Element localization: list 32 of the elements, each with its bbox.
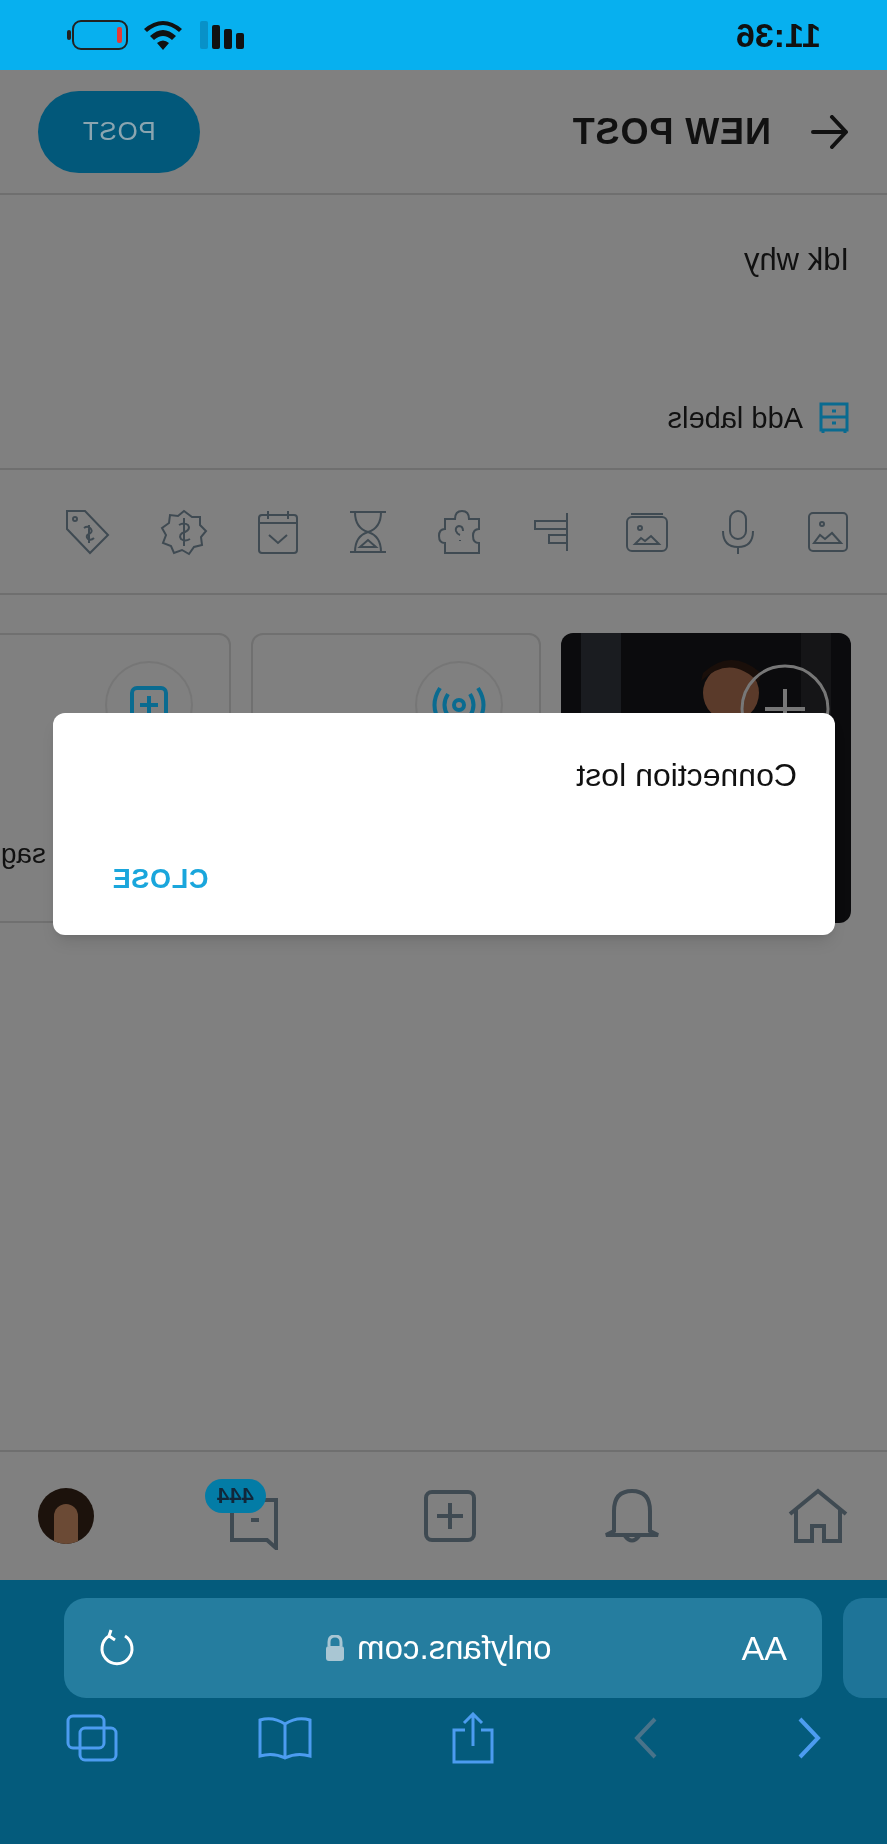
url-text: onlyfans.com (357, 1628, 552, 1669)
post-text: Idk why (742, 241, 849, 279)
gallery-icon[interactable] (625, 510, 669, 553)
back-icon[interactable] (797, 1717, 821, 1759)
page-title: NEW POST (571, 109, 771, 154)
lock-icon (325, 1635, 346, 1661)
card-label: sag (0, 837, 46, 871)
dialog-message: Connection lost (575, 756, 797, 795)
share-icon[interactable] (451, 1712, 496, 1764)
image-icon[interactable] (807, 510, 849, 553)
add-labels-link[interactable]: Add labels (667, 396, 803, 440)
add-square-icon[interactable] (423, 1489, 478, 1543)
forward-icon[interactable] (634, 1717, 659, 1759)
reload-icon[interactable] (99, 1628, 135, 1668)
text-size-button[interactable]: AA (741, 1622, 787, 1674)
home-icon[interactable] (787, 1488, 849, 1544)
calendar-icon[interactable] (257, 508, 299, 555)
tabs-icon[interactable] (66, 1714, 118, 1762)
signal-icon (198, 21, 244, 49)
bookmarks-icon[interactable] (256, 1716, 313, 1760)
wifi-icon (144, 20, 182, 50)
puzzle-question-icon[interactable] (437, 508, 483, 555)
clock: 11:36 (735, 14, 821, 56)
price-tag-icon[interactable] (63, 507, 111, 556)
drawer-icon[interactable] (819, 402, 849, 435)
battery-icon (66, 19, 128, 51)
back-arrow-icon[interactable] (811, 114, 849, 149)
post-button[interactable]: POST (38, 90, 200, 173)
close-button[interactable]: CLOSE (112, 858, 209, 899)
avatar[interactable] (38, 1488, 94, 1544)
message-count-badge: 444 (205, 1479, 266, 1513)
hourglass-icon[interactable] (347, 509, 389, 554)
